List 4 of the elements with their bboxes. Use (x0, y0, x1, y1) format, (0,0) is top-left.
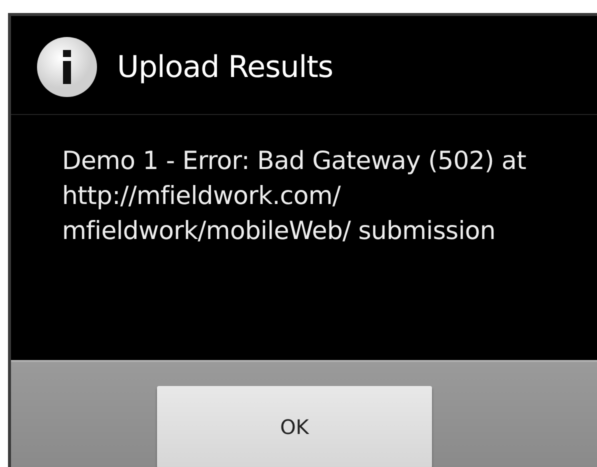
ok-button[interactable]: OK (157, 386, 432, 467)
error-message: Demo 1 - Error: Bad Gateway (502) at http://mfieldwork.com/ mfieldwork/mobileWeb/ submission (61, 145, 528, 247)
dialog-title: Upload Results (117, 50, 333, 84)
info-icon (37, 37, 97, 97)
